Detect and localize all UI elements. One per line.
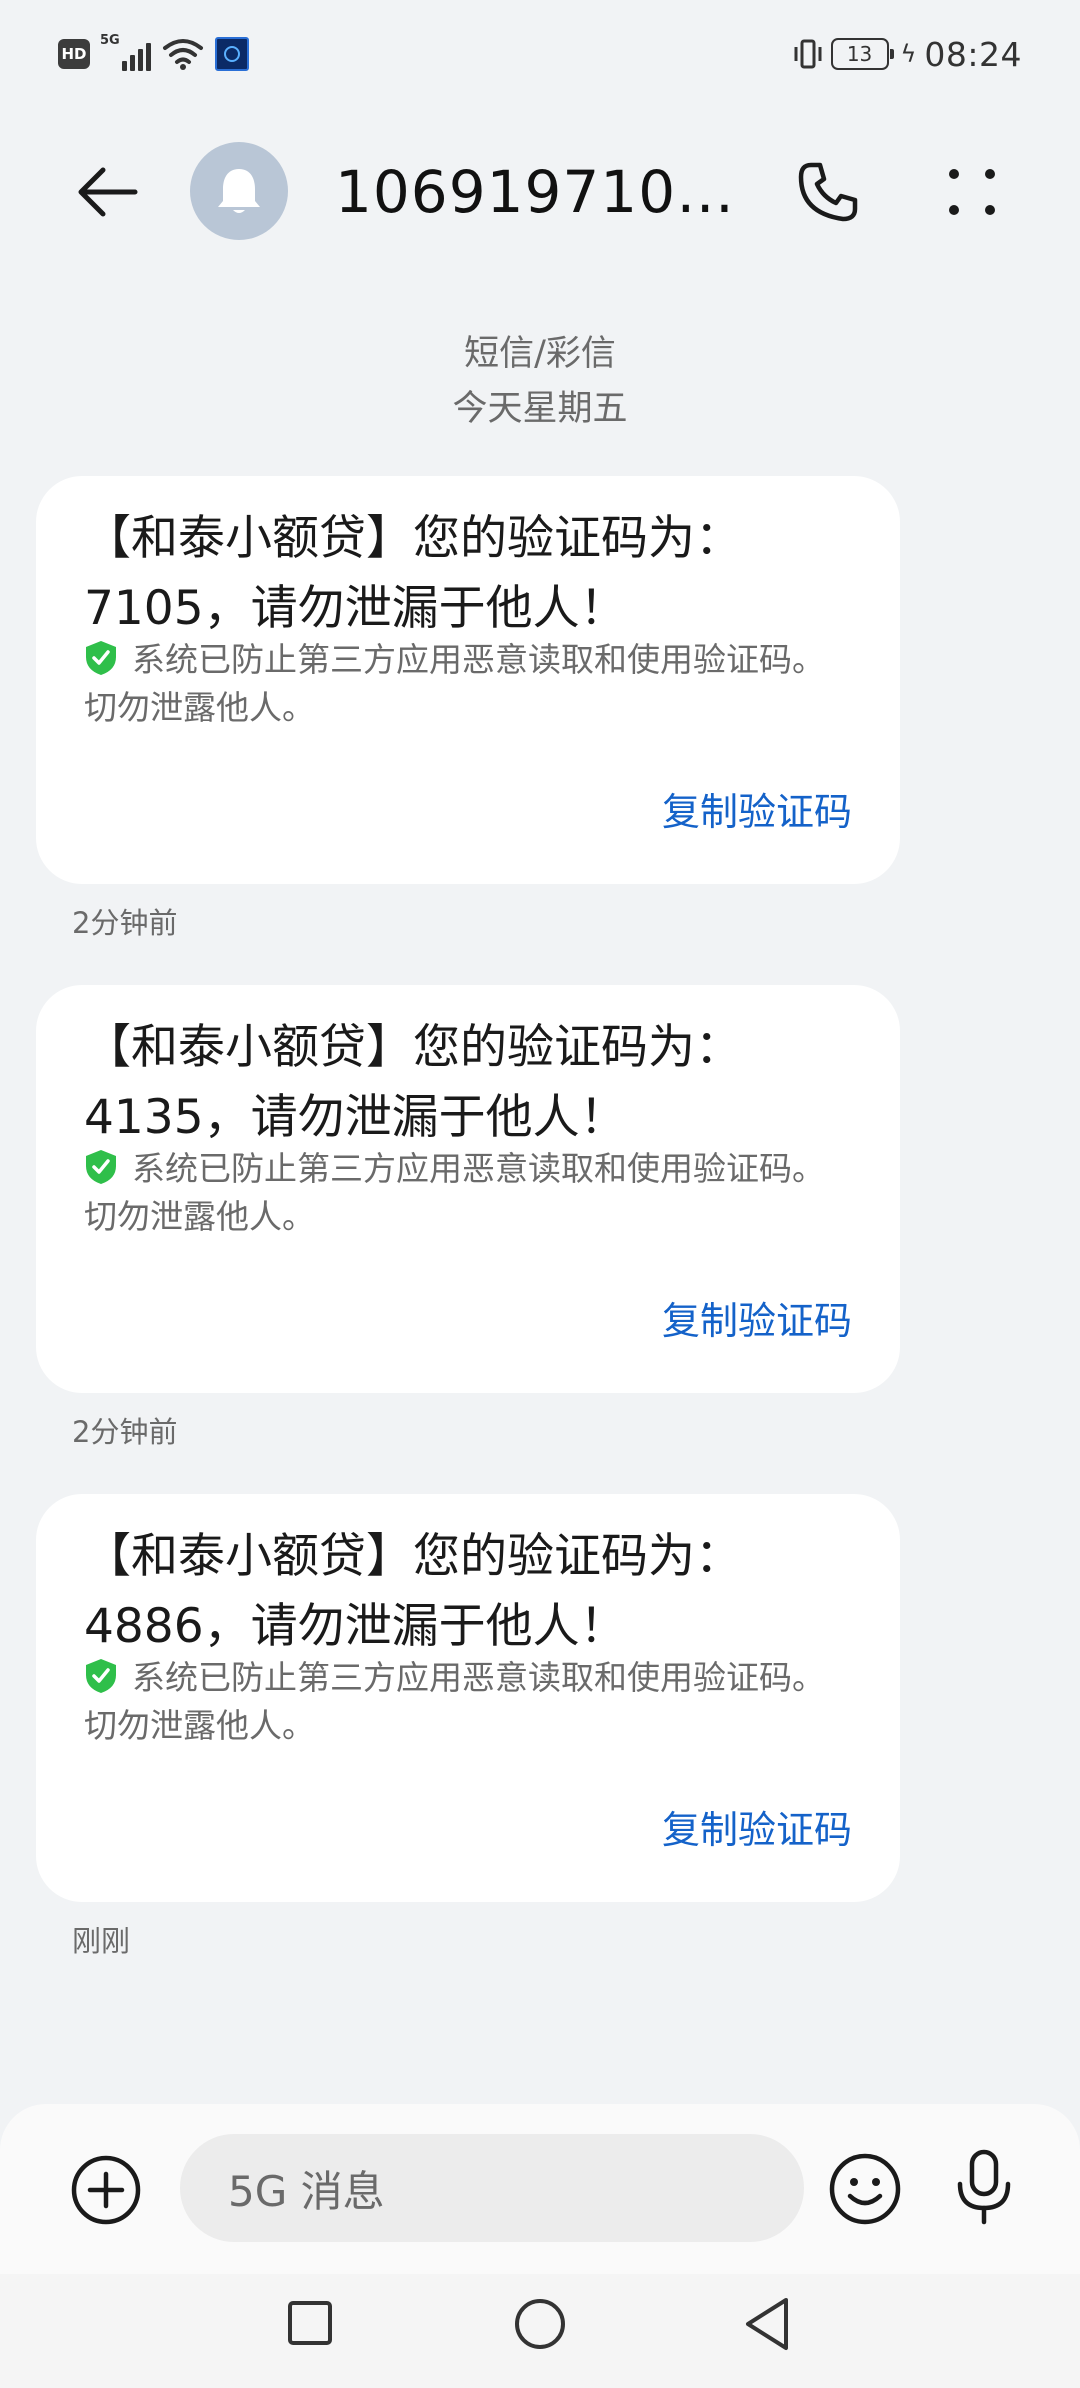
status-right: 13 ϟ 08:24 bbox=[793, 30, 1022, 78]
notification-app-icon bbox=[215, 37, 249, 71]
message-timestamp: 刚刚 bbox=[72, 1924, 131, 1958]
message-bubble[interactable]: 【和泰小额贷】您的验证码为： 4886，请勿泄漏于他人！ 系统已防止第三方应用恶… bbox=[36, 1494, 900, 1902]
signal-strength-icon: 5G bbox=[100, 33, 151, 71]
add-circle-icon[interactable] bbox=[70, 2154, 142, 2226]
shield-check-icon bbox=[86, 641, 116, 675]
copy-code-button[interactable]: 复制验证码 bbox=[662, 781, 852, 836]
message-type-label: 短信/彩信 bbox=[464, 334, 616, 374]
copy-code-button[interactable]: 复制验证码 bbox=[662, 1799, 852, 1854]
message-text: 【和泰小额贷】您的验证码为： 4886，请勿泄漏于他人！ bbox=[84, 1522, 884, 1662]
message-input[interactable]: 5G 消息 bbox=[180, 2134, 804, 2242]
message-text: 【和泰小额贷】您的验证码为： 4135，请勿泄漏于他人！ bbox=[84, 1013, 884, 1153]
message-line: 4886，请勿泄漏于他人！ bbox=[84, 1599, 627, 1654]
more-options-button[interactable] bbox=[936, 156, 1008, 228]
security-notice: 系统已防止第三方应用恶意读取和使用验证码。 切勿泄露他人。 bbox=[84, 1654, 884, 1750]
message-composer: 5G 消息 bbox=[0, 2104, 1080, 2274]
message-timestamp: 2分钟前 bbox=[72, 906, 178, 940]
nav-home-icon[interactable] bbox=[514, 2298, 566, 2350]
message-line: 7105，请勿泄漏于他人！ bbox=[84, 581, 627, 636]
shield-check-icon bbox=[86, 1659, 116, 1693]
security-notice-text-2: 切勿泄露他人。 bbox=[84, 688, 315, 727]
message-bubble[interactable]: 【和泰小额贷】您的验证码为： 7105，请勿泄漏于他人！ 系统已防止第三方应用恶… bbox=[36, 476, 900, 884]
nav-recent-icon[interactable] bbox=[287, 2300, 333, 2346]
back-button[interactable] bbox=[60, 152, 154, 232]
copy-code-button[interactable]: 复制验证码 bbox=[662, 1290, 852, 1345]
security-notice: 系统已防止第三方应用恶意读取和使用验证码。 切勿泄露他人。 bbox=[84, 636, 884, 732]
message-input-placeholder: 5G 消息 bbox=[228, 2166, 385, 2216]
security-notice-text-2: 切勿泄露他人。 bbox=[84, 1197, 315, 1236]
message-text: 【和泰小额贷】您的验证码为： 7105，请勿泄漏于他人！ bbox=[84, 504, 884, 644]
message-timestamp: 2分钟前 bbox=[72, 1415, 178, 1449]
message-line: 【和泰小额贷】您的验证码为： bbox=[84, 1529, 742, 1584]
vibrate-icon bbox=[794, 39, 822, 69]
shield-check-icon bbox=[86, 1150, 116, 1184]
microphone-icon[interactable] bbox=[952, 2148, 1016, 2226]
security-notice-text: 系统已防止第三方应用恶意读取和使用验证码。 bbox=[132, 1658, 825, 1697]
charging-icon: ϟ bbox=[900, 40, 917, 68]
date-separator: 今天星期五 bbox=[452, 389, 628, 429]
status-time: 08:24 bbox=[924, 34, 1022, 74]
contact-name[interactable]: 1069197100... bbox=[335, 152, 755, 232]
message-bubble[interactable]: 【和泰小额贷】您的验证码为： 4135，请勿泄漏于他人！ 系统已防止第三方应用恶… bbox=[36, 985, 900, 1393]
contact-avatar[interactable] bbox=[190, 142, 288, 240]
wifi-icon bbox=[163, 39, 203, 70]
message-line: 【和泰小额贷】您的验证码为： bbox=[84, 511, 742, 566]
phone-icon bbox=[798, 162, 858, 222]
status-bar: HD 5G 13 ϟ 08:24 bbox=[0, 0, 1080, 110]
security-notice-text: 系统已防止第三方应用恶意读取和使用验证码。 bbox=[132, 1149, 825, 1188]
back-arrow-icon bbox=[78, 167, 138, 217]
sms-conversation-screen: HD 5G 13 ϟ 08:24 1069197100... 短信/彩信 今天星… bbox=[0, 0, 1080, 2388]
nav-back-icon[interactable] bbox=[742, 2296, 792, 2352]
security-notice: 系统已防止第三方应用恶意读取和使用验证码。 切勿泄露他人。 bbox=[84, 1145, 884, 1241]
conversation-header: 1069197100... bbox=[0, 130, 1080, 250]
hd-badge: HD bbox=[58, 39, 90, 69]
status-left: HD 5G bbox=[58, 33, 249, 74]
security-notice-text-2: 切勿泄露他人。 bbox=[84, 1706, 315, 1745]
message-line: 4135，请勿泄漏于他人！ bbox=[84, 1090, 627, 1145]
call-button[interactable] bbox=[792, 156, 864, 228]
more-vertical-icon bbox=[949, 169, 995, 215]
security-notice-text: 系统已防止第三方应用恶意读取和使用验证码。 bbox=[132, 640, 825, 679]
battery-icon: 13 bbox=[830, 38, 894, 70]
message-line: 【和泰小额贷】您的验证码为： bbox=[84, 1020, 742, 1075]
battery-level: 13 bbox=[846, 42, 873, 66]
emoji-icon[interactable] bbox=[828, 2152, 902, 2226]
bell-icon bbox=[218, 169, 260, 213]
network-type-label: 5G bbox=[100, 33, 120, 48]
